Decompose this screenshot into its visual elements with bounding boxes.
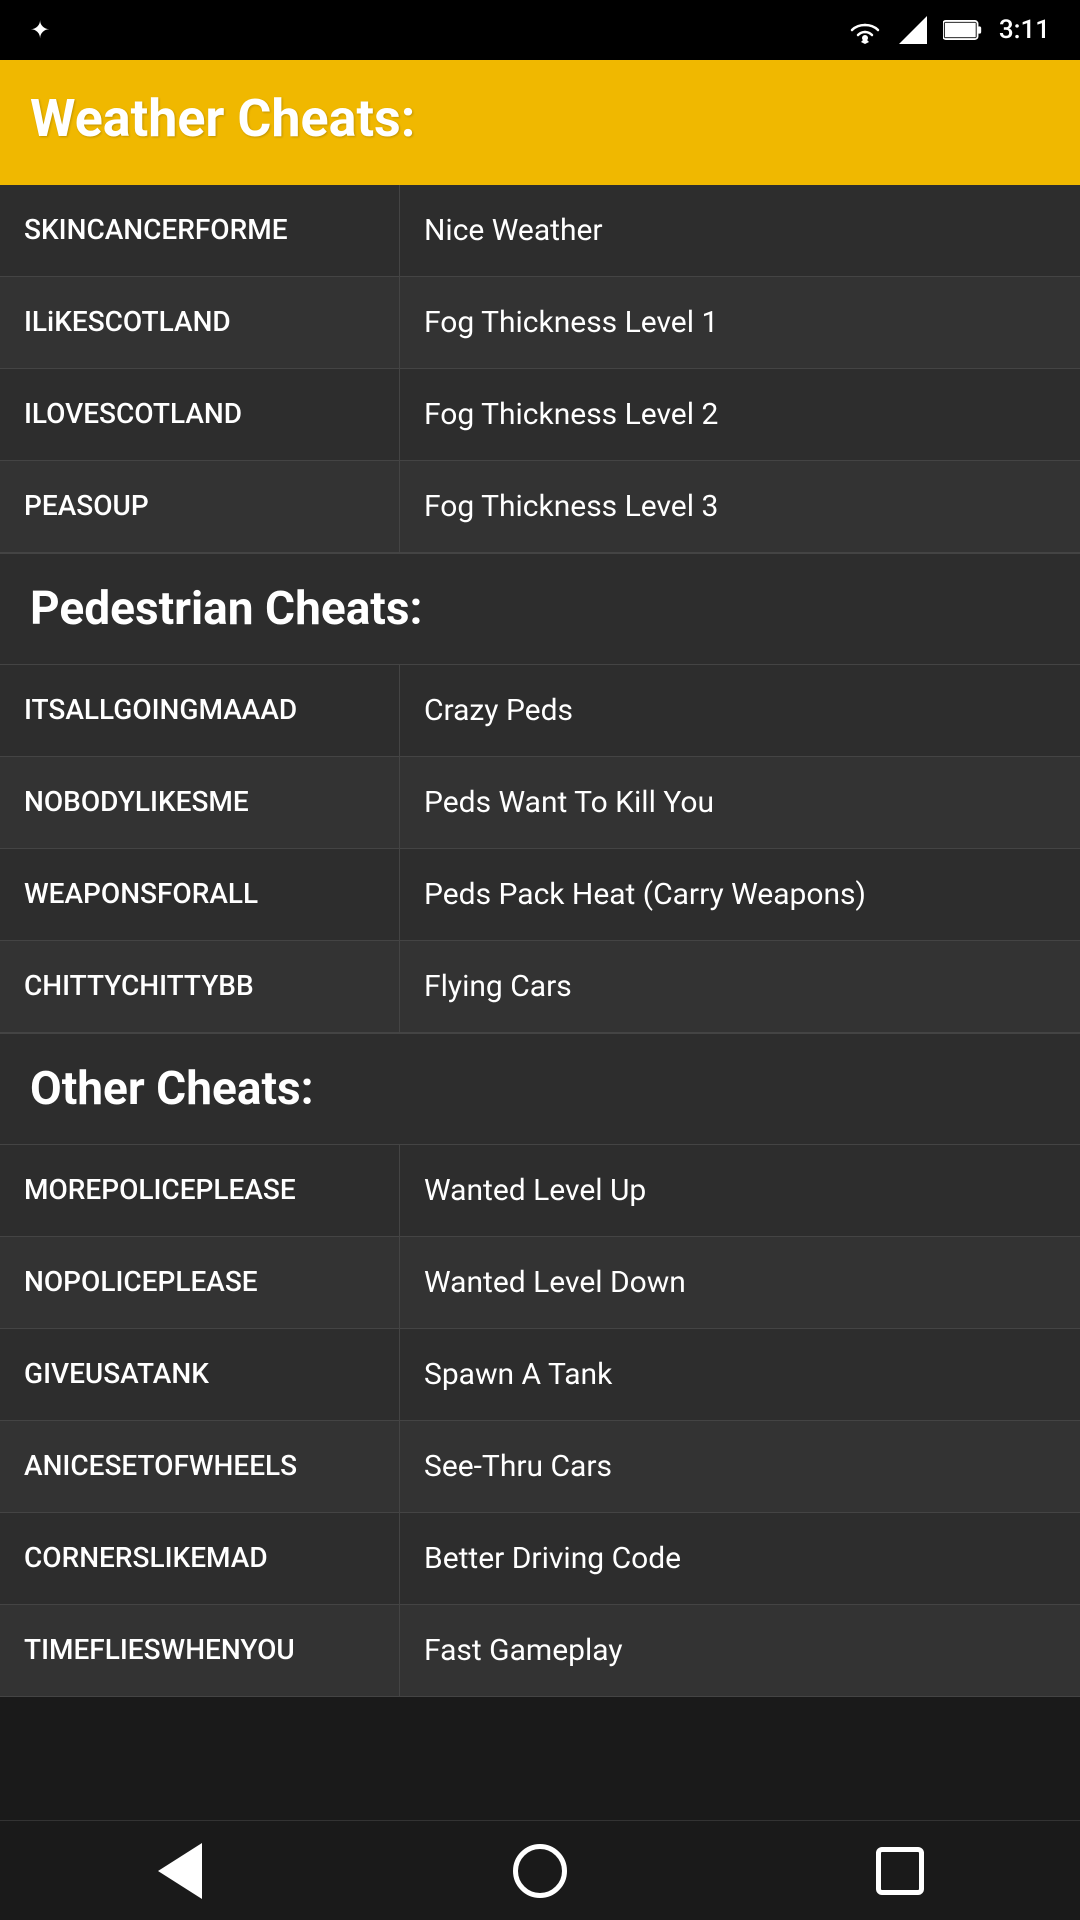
table-row: ITSALLGOINGMAAAD Crazy Peds: [0, 665, 1080, 757]
cheat-description: Fast Gameplay: [400, 1605, 1080, 1696]
table-row: CHITTYCHITTYBB Flying Cars: [0, 941, 1080, 1033]
cheat-code: ILOVESCOTLAND: [0, 369, 400, 460]
table-row: NOPOLICEPLEASE Wanted Level Down: [0, 1237, 1080, 1329]
cheat-code: ITSALLGOINGMAAAD: [0, 665, 400, 756]
cheat-code: WEAPONSFORALL: [0, 849, 400, 940]
table-row: WEAPONSFORALL Peds Pack Heat (Carry Weap…: [0, 849, 1080, 941]
status-bar-left: ✦: [30, 16, 50, 44]
table-row: GIVEUSATANK Spawn A Tank: [0, 1329, 1080, 1421]
header: Weather Cheats:: [0, 60, 1080, 185]
nav-home-button[interactable]: [505, 1836, 575, 1906]
table-row: TIMEFLIESWHENYOU Fast Gameplay: [0, 1605, 1080, 1697]
status-bar: ✦ 3:11: [0, 0, 1080, 60]
table-row: ANICESETOFWHEELS See-Thru Cars: [0, 1421, 1080, 1513]
content-wrapper: Weather Cheats: SKINCANCERFORME Nice Wea…: [0, 60, 1080, 1797]
cheat-description: Nice Weather: [400, 185, 1080, 276]
cheat-description: Wanted Level Up: [400, 1145, 1080, 1236]
pedestrian-section-title: Pedestrian Cheats:: [30, 582, 1050, 636]
cheat-description: Spawn A Tank: [400, 1329, 1080, 1420]
cheat-code: TIMEFLIESWHENYOU: [0, 1605, 400, 1696]
table-row: SKINCANCERFORME Nice Weather: [0, 185, 1080, 277]
pedestrian-section-header: Pedestrian Cheats:: [0, 553, 1080, 665]
other-section-title: Other Cheats:: [30, 1062, 1050, 1116]
wifi-icon: [847, 16, 883, 44]
table-row: NOBODYLIKESME Peds Want To Kill You: [0, 757, 1080, 849]
other-cheats-table: MOREPOLICEPLEASE Wanted Level Up NOPOLIC…: [0, 1145, 1080, 1697]
nav-bar: [0, 1820, 1080, 1920]
other-section-header: Other Cheats:: [0, 1033, 1080, 1145]
cheat-code: GIVEUSATANK: [0, 1329, 400, 1420]
home-icon: [513, 1844, 567, 1898]
cheat-description: Wanted Level Down: [400, 1237, 1080, 1328]
cheat-description: Fog Thickness Level 1: [400, 277, 1080, 368]
table-row: CORNERSLIKEMAD Better Driving Code: [0, 1513, 1080, 1605]
cheat-description: Crazy Peds: [400, 665, 1080, 756]
page-title: Weather Cheats:: [30, 88, 1050, 149]
status-bar-right: 3:11: [847, 15, 1050, 45]
cheat-code: NOPOLICEPLEASE: [0, 1237, 400, 1328]
cheat-code: ILiKESCOTLAND: [0, 277, 400, 368]
battery-icon: [943, 19, 983, 41]
nav-back-button[interactable]: [145, 1836, 215, 1906]
cheat-description: Peds Pack Heat (Carry Weapons): [400, 849, 1080, 940]
back-icon: [158, 1843, 202, 1899]
recents-icon: [876, 1847, 924, 1895]
cheat-code: MOREPOLICEPLEASE: [0, 1145, 400, 1236]
pedestrian-cheats-table: ITSALLGOINGMAAAD Crazy Peds NOBODYLIKESM…: [0, 665, 1080, 1033]
cheat-description: Flying Cars: [400, 941, 1080, 1032]
cheat-code: ANICESETOFWHEELS: [0, 1421, 400, 1512]
cheat-code: NOBODYLIKESME: [0, 757, 400, 848]
table-row: ILOVESCOTLAND Fog Thickness Level 2: [0, 369, 1080, 461]
signal-icon: [899, 16, 927, 44]
table-row: PEASOUP Fog Thickness Level 3: [0, 461, 1080, 553]
cheat-description: Fog Thickness Level 3: [400, 461, 1080, 552]
cheat-description: Better Driving Code: [400, 1513, 1080, 1604]
cheat-description: See-Thru Cars: [400, 1421, 1080, 1512]
app-icon: ✦: [30, 16, 50, 44]
cheat-code: CORNERSLIKEMAD: [0, 1513, 400, 1604]
cheat-code: SKINCANCERFORME: [0, 185, 400, 276]
clock: 3:11: [999, 15, 1050, 45]
cheat-code: PEASOUP: [0, 461, 400, 552]
nav-recents-button[interactable]: [865, 1836, 935, 1906]
cheat-code: CHITTYCHITTYBB: [0, 941, 400, 1032]
table-row: MOREPOLICEPLEASE Wanted Level Up: [0, 1145, 1080, 1237]
weather-cheats-table: SKINCANCERFORME Nice Weather ILiKESCOTLA…: [0, 185, 1080, 553]
cheat-description: Peds Want To Kill You: [400, 757, 1080, 848]
cheat-description: Fog Thickness Level 2: [400, 369, 1080, 460]
table-row: ILiKESCOTLAND Fog Thickness Level 1: [0, 277, 1080, 369]
